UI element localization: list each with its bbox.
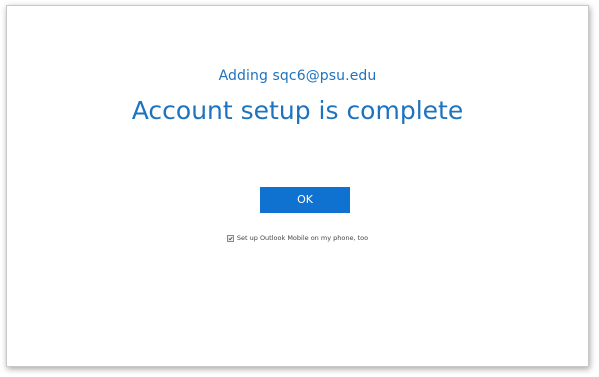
account-setup-dialog: Adding sqc6@psu.edu Account setup is com… <box>6 5 589 367</box>
checkmark-icon <box>228 236 233 240</box>
outlook-mobile-checkbox-label: Set up Outlook Mobile on my phone, too <box>236 234 369 242</box>
ok-button[interactable]: OK <box>260 187 350 213</box>
adding-account-subtitle: Adding sqc6@psu.edu <box>218 68 377 84</box>
outlook-mobile-checkbox[interactable] <box>226 234 234 242</box>
outlook-mobile-option[interactable]: Set up Outlook Mobile on my phone, too <box>7 234 588 242</box>
page-title: Account setup is complete <box>131 96 464 125</box>
